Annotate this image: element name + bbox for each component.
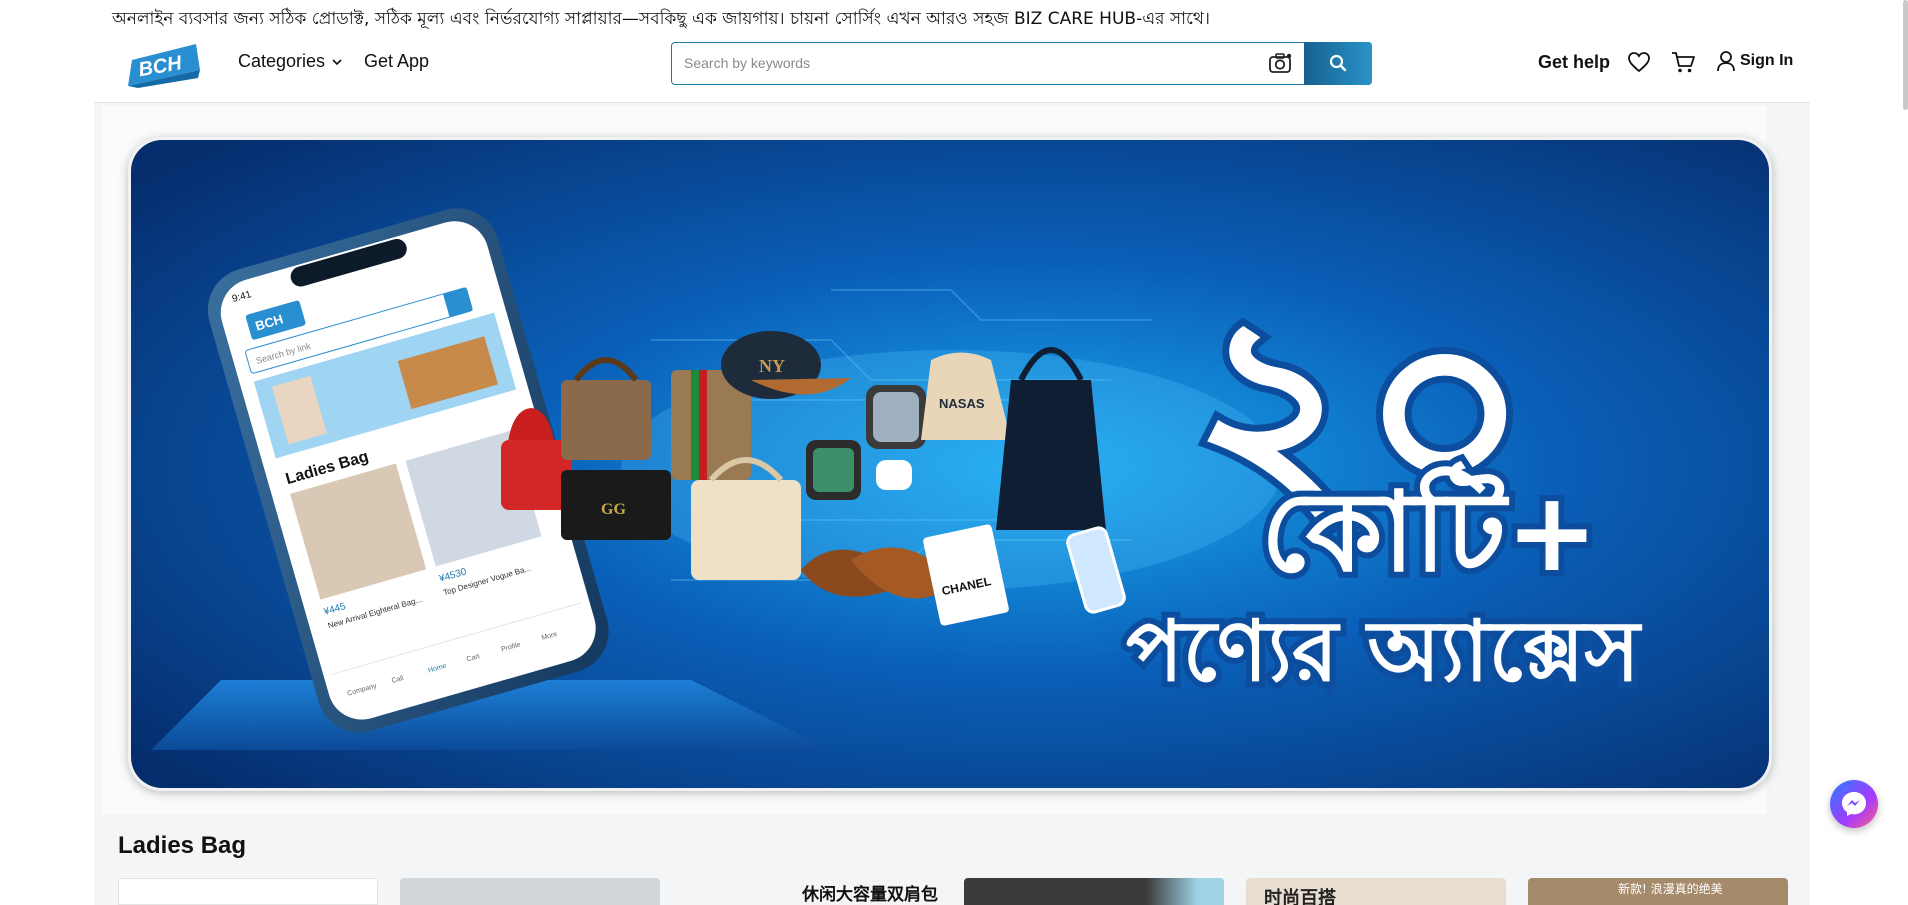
product-card-text: 时尚百搭 — [1264, 888, 1336, 905]
svg-text:NY: NY — [759, 356, 785, 376]
messenger-chat-button[interactable] — [1830, 780, 1878, 828]
hoodie-text: NASAS — [939, 396, 985, 411]
search-icon — [1329, 54, 1347, 72]
chevron-down-icon — [332, 58, 342, 65]
categories-menu[interactable]: Categories — [238, 51, 343, 72]
cart-icon[interactable] — [1670, 50, 1696, 74]
camera-search-icon[interactable] — [1268, 51, 1294, 75]
product-card[interactable]: 时尚百搭 — [1246, 878, 1506, 905]
announcement-bar: অনলাইন ব্যবসার জন্য সঠিক প্রোডাক্ট, সঠিক… — [112, 9, 1210, 29]
search-button[interactable] — [1304, 41, 1372, 85]
product-card[interactable] — [964, 878, 1224, 905]
hero-banner[interactable]: 9:41 BCH Search by link Ladies Bag ¥445 … — [128, 137, 1772, 791]
hero-banner-art: 9:41 BCH Search by link Ladies Bag ¥445 … — [131, 140, 1769, 788]
sign-in-link[interactable]: Sign In — [1716, 50, 1793, 72]
categories-label: Categories — [238, 51, 326, 71]
search-bar — [671, 41, 1372, 85]
product-card[interactable] — [118, 878, 378, 905]
product-card[interactable]: 休闲大容量双肩包 — [682, 878, 942, 905]
search-input[interactable] — [684, 51, 1254, 75]
product-row: 休闲大容量双肩包 时尚百搭 新款! 浪漫真的绝美 — [118, 878, 1788, 905]
top-navbar: BCH Categories Get App Get help — [0, 34, 1908, 102]
banner-access: পণ্যের অ্যাক্সেস — [1126, 602, 1642, 700]
product-card[interactable]: 新款! 浪漫真的绝美 — [1528, 878, 1788, 905]
product-card-text: 新款! 浪漫真的绝美 — [1618, 882, 1723, 896]
svg-text:GG: GG — [601, 501, 626, 518]
user-icon — [1717, 51, 1735, 72]
get-help-link[interactable]: Get help — [1538, 52, 1610, 73]
product-card-text: 休闲大容量双肩包 — [802, 885, 938, 905]
get-app-link[interactable]: Get App — [364, 51, 429, 72]
banner-crore: কোটি+ — [1261, 460, 1598, 596]
bch-logo[interactable]: BCH — [126, 40, 202, 88]
messenger-icon — [1842, 792, 1866, 816]
sign-in-label: Sign In — [1740, 52, 1794, 69]
section-title: Ladies Bag — [118, 832, 247, 859]
scrollbar-thumb[interactable] — [1903, 0, 1908, 110]
heart-icon[interactable] — [1627, 50, 1651, 74]
product-card[interactable] — [400, 878, 660, 905]
